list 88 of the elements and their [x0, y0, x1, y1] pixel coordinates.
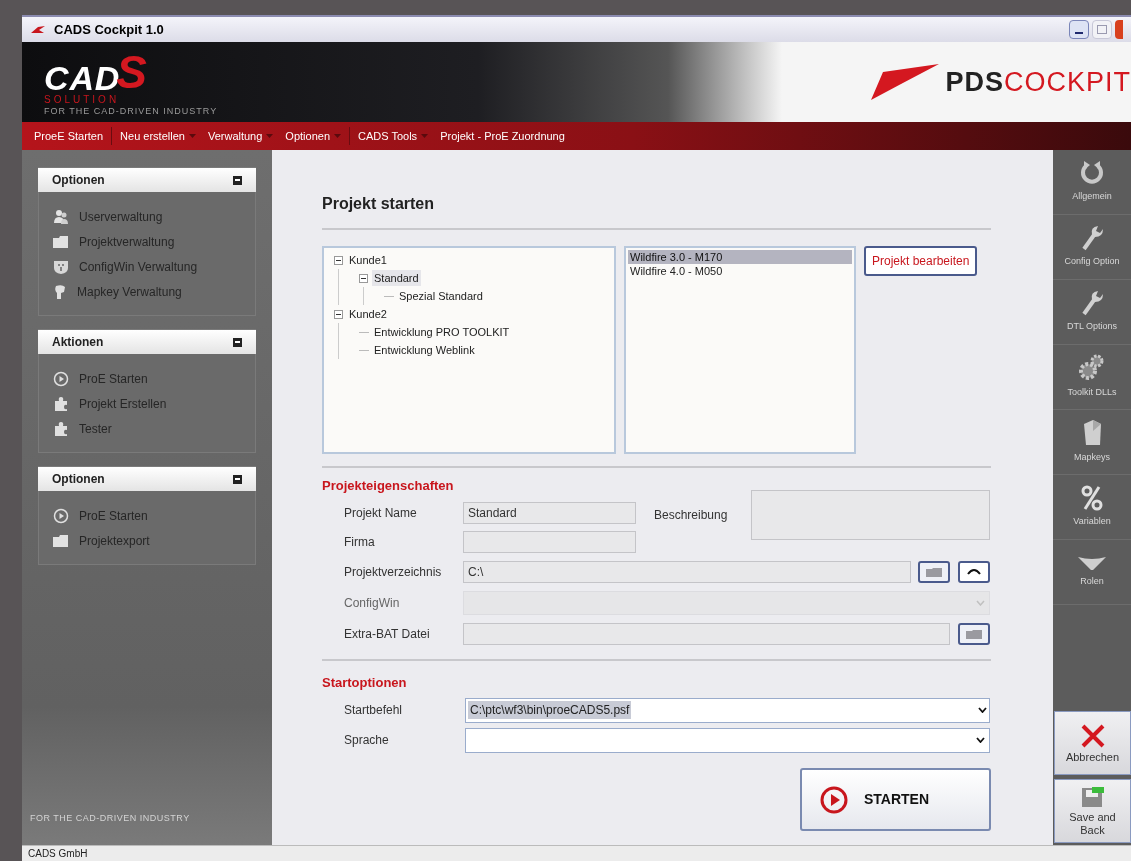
field-label: Sprache [344, 732, 390, 749]
side-tab[interactable]: DTL Options [1053, 280, 1131, 345]
side-tab[interactable]: Variablen [1053, 475, 1131, 540]
play-icon [820, 785, 848, 814]
percent-icon [1081, 485, 1103, 512]
browse-folder-button[interactable] [958, 622, 990, 645]
save-icon [1079, 785, 1106, 809]
collapse-button[interactable] [233, 337, 242, 347]
puzzle-icon [53, 421, 69, 437]
collapse-icon[interactable] [359, 273, 368, 283]
folder-icon [966, 628, 982, 639]
gears-icon [1078, 354, 1106, 383]
section-heading: Projekteigenschaften [322, 477, 455, 495]
side-tab[interactable]: Allgemein [1053, 150, 1131, 215]
chevron-down-icon [976, 737, 985, 743]
side-tab[interactable]: Config Option [1053, 215, 1131, 280]
menu-item[interactable]: Verwaltung [201, 122, 280, 150]
key-icon [53, 284, 67, 300]
menu-item[interactable]: Neu erstellen [114, 122, 202, 150]
folder-icon [926, 566, 942, 577]
edit-project-button[interactable]: Projekt bearbeiten [864, 246, 978, 276]
side-tab[interactable]: Rolen [1053, 540, 1131, 605]
wrench-icon [1080, 225, 1104, 252]
sidebar-tagline: FOR THE CAD-DRIVEN INDUSTRY [30, 811, 191, 825]
funnel-icon [1077, 555, 1107, 572]
field-label: Projekt Name [344, 504, 418, 522]
tree-item[interactable]: Spezial Standard [397, 287, 485, 305]
curve-icon [967, 568, 981, 575]
menu-item[interactable]: Projekt - ProE Zuordnung [434, 122, 571, 150]
browse-folder-button[interactable] [918, 560, 950, 583]
tree-item[interactable]: Entwicklung Weblink [372, 341, 477, 359]
collapse-button[interactable] [233, 175, 242, 185]
tree-item[interactable]: Standard [372, 269, 421, 287]
tree-item[interactable]: Kunde2 [347, 305, 389, 323]
list-item[interactable]: Wildfire 3.0 - M170 [628, 250, 852, 264]
reset-button[interactable] [958, 560, 990, 583]
field-label: Beschreibung [654, 506, 729, 524]
tree-item[interactable]: Entwicklung PRO TOOLKIT [372, 323, 512, 341]
action-button[interactable]: Save and Back [1054, 779, 1131, 843]
collapse-button[interactable] [233, 474, 242, 484]
field-label: Firma [344, 533, 376, 551]
project-tree[interactable]: Kunde1 Standard Spezial Standard Kunde2 Entwicklung PRO TOOLKIT Entwicklung Weblink [322, 246, 616, 454]
section-heading: Startoptionen [322, 673, 408, 692]
field-label: ConfigWin [344, 594, 401, 612]
play-icon [53, 371, 69, 387]
field-label: Extra-BAT Datei [344, 625, 431, 643]
menu-item[interactable]: CADS Tools [352, 122, 435, 150]
close-button[interactable] [1115, 20, 1123, 39]
block-icon [1081, 419, 1103, 448]
panel-title: Optionen [52, 471, 105, 488]
wrench-icon [1080, 290, 1104, 317]
users-icon [53, 209, 69, 225]
minimize-button[interactable] [1069, 20, 1089, 39]
collapse-icon[interactable] [334, 255, 343, 265]
play-icon [53, 508, 69, 524]
folder-icon [53, 534, 69, 548]
start-button[interactable]: STARTEN [800, 768, 991, 831]
field-label: Startbefehl [344, 702, 404, 719]
shield-icon [53, 259, 69, 275]
tree-item[interactable]: Kunde1 [347, 251, 389, 269]
field-label: Projektverzeichnis [344, 563, 443, 581]
close-icon [1079, 722, 1106, 749]
extra-bat-field[interactable] [463, 622, 950, 645]
menu-item[interactable]: Optionen [279, 122, 347, 150]
app-icon [30, 24, 46, 35]
section-heading: Projekt starten [322, 194, 436, 214]
directory-field[interactable]: C:\ [463, 560, 911, 583]
action-button[interactable]: Abbrechen [1054, 711, 1131, 775]
side-tab[interactable]: Mapkeys [1053, 410, 1131, 475]
menu-item[interactable]: ProeE Starten [28, 122, 110, 150]
panel-title: Aktionen [52, 334, 104, 351]
list-item[interactable]: Wildfire 4.0 - M050 [628, 264, 852, 278]
chevron-down-icon [978, 707, 987, 713]
panel-title: Optionen [52, 172, 105, 189]
window-title: CADS Cockpit 1.0 [54, 20, 164, 39]
product-logo: PDSCOCKPIT [945, 65, 1131, 99]
folder-icon [53, 235, 69, 249]
version-list[interactable]: Wildfire 3.0 - M170 Wildfire 4.0 - M050 [624, 246, 856, 454]
project-name-field[interactable]: Standard [463, 501, 636, 524]
status-text: CADS GmbH [28, 847, 88, 861]
refresh-icon [1079, 160, 1105, 187]
puzzle-icon [53, 396, 69, 412]
side-tab[interactable]: Toolkit DLLs [1053, 345, 1131, 410]
start-command-dropdown[interactable]: C:\ptc\wf3\bin\proeCADS5.psf [465, 697, 990, 723]
collapse-icon[interactable] [334, 309, 343, 319]
company-field[interactable] [463, 530, 636, 553]
chevron-down-icon [976, 599, 985, 606]
description-field[interactable] [751, 489, 990, 540]
